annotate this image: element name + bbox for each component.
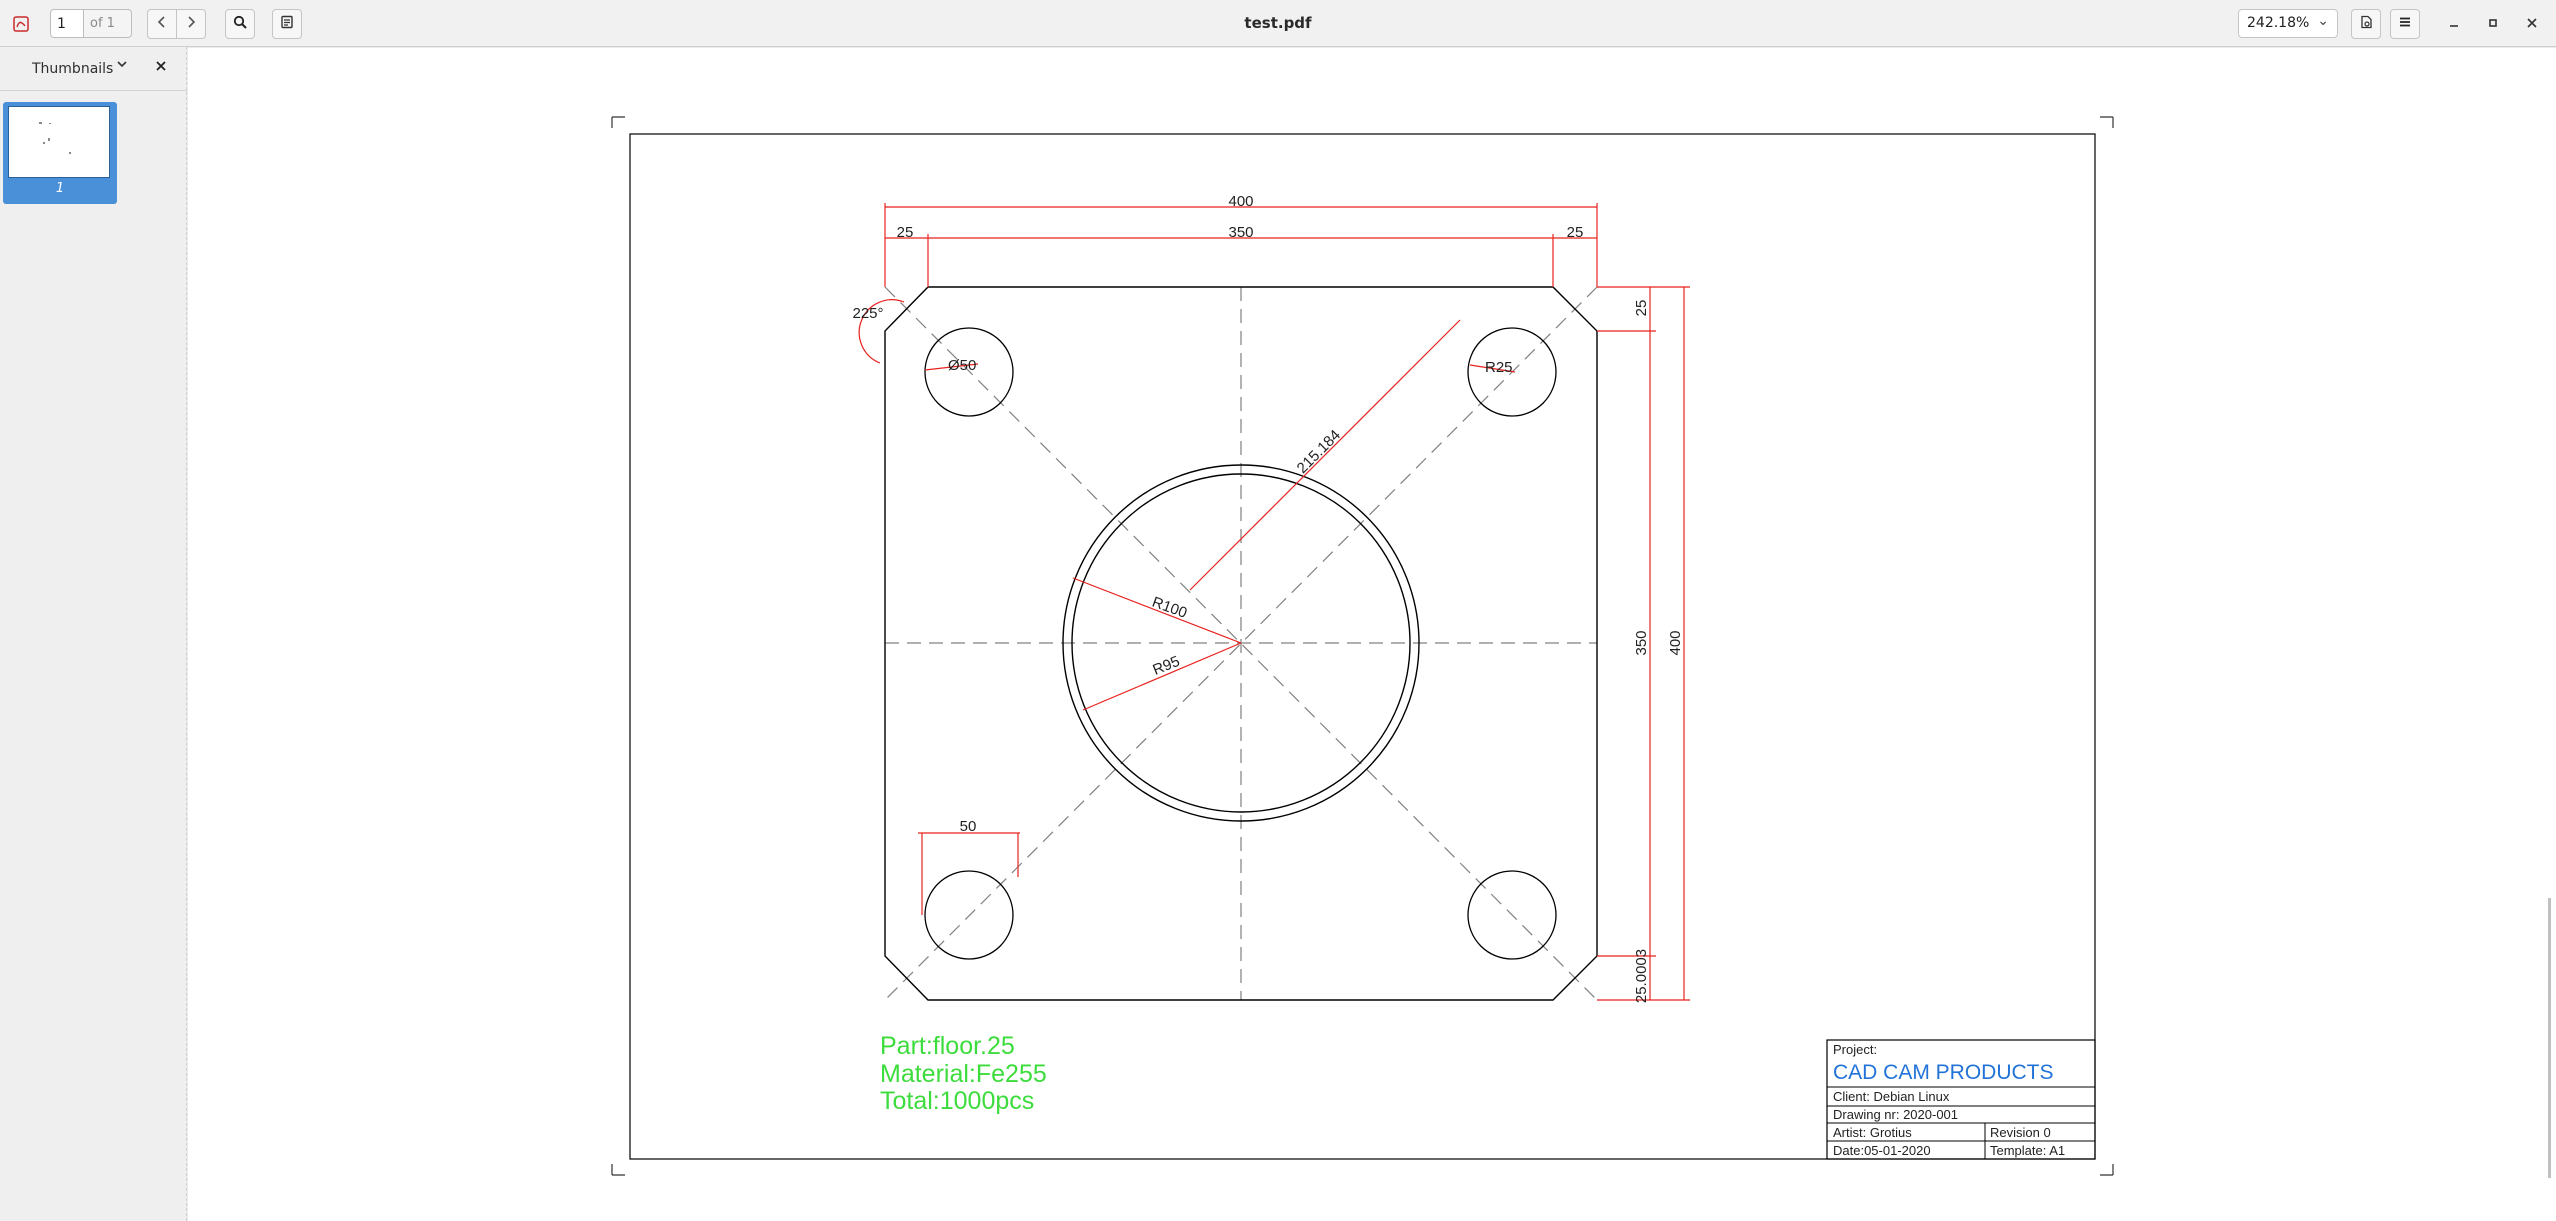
menu-button[interactable] — [2390, 9, 2420, 39]
thumbnail-preview — [8, 106, 110, 178]
toolbar: of 1 test.pdf 242.18% ⌄ — [0, 0, 2556, 47]
dim-outer-radius: R100 — [1150, 594, 1190, 622]
dim-right-chamfer: 25 — [1567, 224, 1584, 241]
dimension-labels: 400 350 25 25 225° Ø50 R25 215.184 R100 … — [852, 193, 1684, 1003]
sidebar: Thumbnails 1 — [0, 47, 187, 1221]
dim-overall-width: 400 — [1228, 193, 1253, 210]
zoom-select[interactable]: 242.18% ⌄ — [2238, 9, 2338, 38]
project-label: Project: — [1833, 1042, 1877, 1057]
revision: Revision 0 — [1990, 1125, 2051, 1140]
part-name: Part:floor.25 — [880, 1032, 1015, 1060]
minimize-button[interactable] — [2443, 12, 2465, 34]
company-name: CAD CAM PRODUCTS — [1833, 1061, 2054, 1084]
thumbnail-item[interactable]: 1 — [3, 102, 117, 204]
part-total: Total:1000pcs — [880, 1087, 1034, 1115]
close-icon — [2527, 14, 2537, 32]
crop-marks — [611, 116, 2114, 1176]
dim-inner-width: 350 — [1228, 224, 1253, 241]
chevron-down-icon[interactable] — [116, 58, 128, 74]
maximize-icon — [2488, 14, 2498, 32]
vertical-scrollbar[interactable] — [2548, 898, 2551, 1178]
dim-right-top-offset: 25 — [1633, 300, 1650, 317]
dim-bottom-offset: 25.0003 — [1633, 949, 1650, 1003]
document-title: test.pdf — [1244, 14, 1312, 32]
page-properties-icon — [2359, 15, 2373, 33]
artist-name: Artist: Grotius — [1833, 1125, 1912, 1140]
dim-diagonal: 215.184 — [1294, 427, 1344, 477]
drawing-number: Drawing nr: 2020-001 — [1833, 1107, 1958, 1122]
hamburger-menu-icon — [2398, 15, 2412, 33]
part-material: Material:Fe255 — [880, 1060, 1047, 1088]
dim-hole-radius: R25 — [1485, 359, 1513, 376]
chevron-down-icon: ⌄ — [2317, 13, 2329, 29]
close-window-button[interactable] — [2521, 12, 2543, 34]
dim-chamfer-angle: 225° — [852, 305, 883, 322]
dim-hole-spacing: 50 — [960, 818, 977, 835]
dim-left-chamfer: 25 — [897, 224, 914, 241]
part-info: Part:floor.25 Material:Fe255 Total:1000p… — [880, 1032, 1047, 1115]
dim-inner-height: 350 — [1633, 630, 1650, 655]
sidebar-header: Thumbnails — [0, 47, 187, 91]
dimension-lines — [858, 203, 1690, 1001]
close-sidebar-button[interactable] — [155, 57, 167, 76]
cad-drawing: 400 350 25 25 225° Ø50 R25 215.184 R100 … — [611, 116, 2114, 1176]
template-size: Template: A1 — [1990, 1143, 2065, 1158]
zoom-level: 242.18% — [2247, 15, 2310, 31]
minimize-icon — [2449, 14, 2459, 32]
drawing-date: Date:05-01-2020 — [1833, 1143, 1931, 1158]
dim-hole-diameter: Ø50 — [948, 357, 976, 374]
dim-overall-height: 400 — [1667, 630, 1684, 655]
drawing-frame — [629, 133, 2096, 1160]
client-name: Client: Debian Linux — [1833, 1089, 1950, 1104]
close-icon — [156, 61, 166, 71]
page-properties-button[interactable] — [2351, 9, 2381, 39]
document-view[interactable]: 400 350 25 25 225° Ø50 R25 215.184 R100 … — [188, 48, 2556, 1221]
dim-inner-radius: R95 — [1150, 653, 1182, 679]
thumbnail-page-number: 1 — [55, 181, 65, 196]
sidebar-title[interactable]: Thumbnails — [32, 61, 113, 77]
maximize-button[interactable] — [2482, 12, 2504, 34]
title-block: Project: CAD CAM PRODUCTS Client: Debian… — [1826, 1039, 2096, 1160]
